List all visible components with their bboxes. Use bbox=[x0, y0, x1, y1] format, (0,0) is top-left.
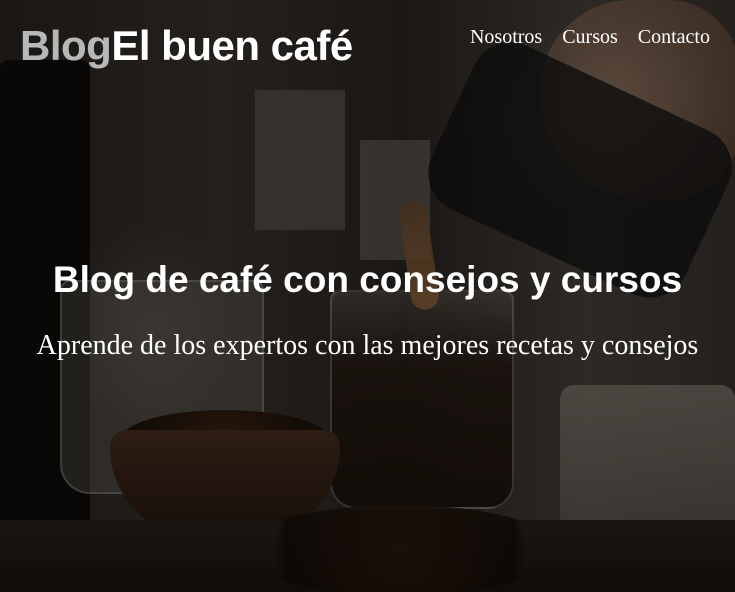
logo-prefix: Blog bbox=[20, 22, 112, 69]
main-nav: Nosotros Cursos Contacto bbox=[470, 25, 710, 49]
site-logo[interactable]: BlogEl buen café bbox=[20, 22, 353, 70]
nav-link-nosotros[interactable]: Nosotros bbox=[470, 25, 542, 49]
nav-link-cursos[interactable]: Cursos bbox=[562, 25, 618, 49]
logo-main-text: El buen café bbox=[111, 22, 353, 69]
hero-subtitle: Aprende de los expertos con las mejores … bbox=[36, 330, 699, 361]
nav-link-contacto[interactable]: Contacto bbox=[638, 25, 710, 49]
site-header: BlogEl buen café Nosotros Cursos Contact… bbox=[0, 0, 735, 80]
hero-title: Blog de café con consejos y cursos bbox=[52, 259, 683, 300]
hero-content: Blog de café con consejos y cursos Apren… bbox=[0, 257, 735, 375]
